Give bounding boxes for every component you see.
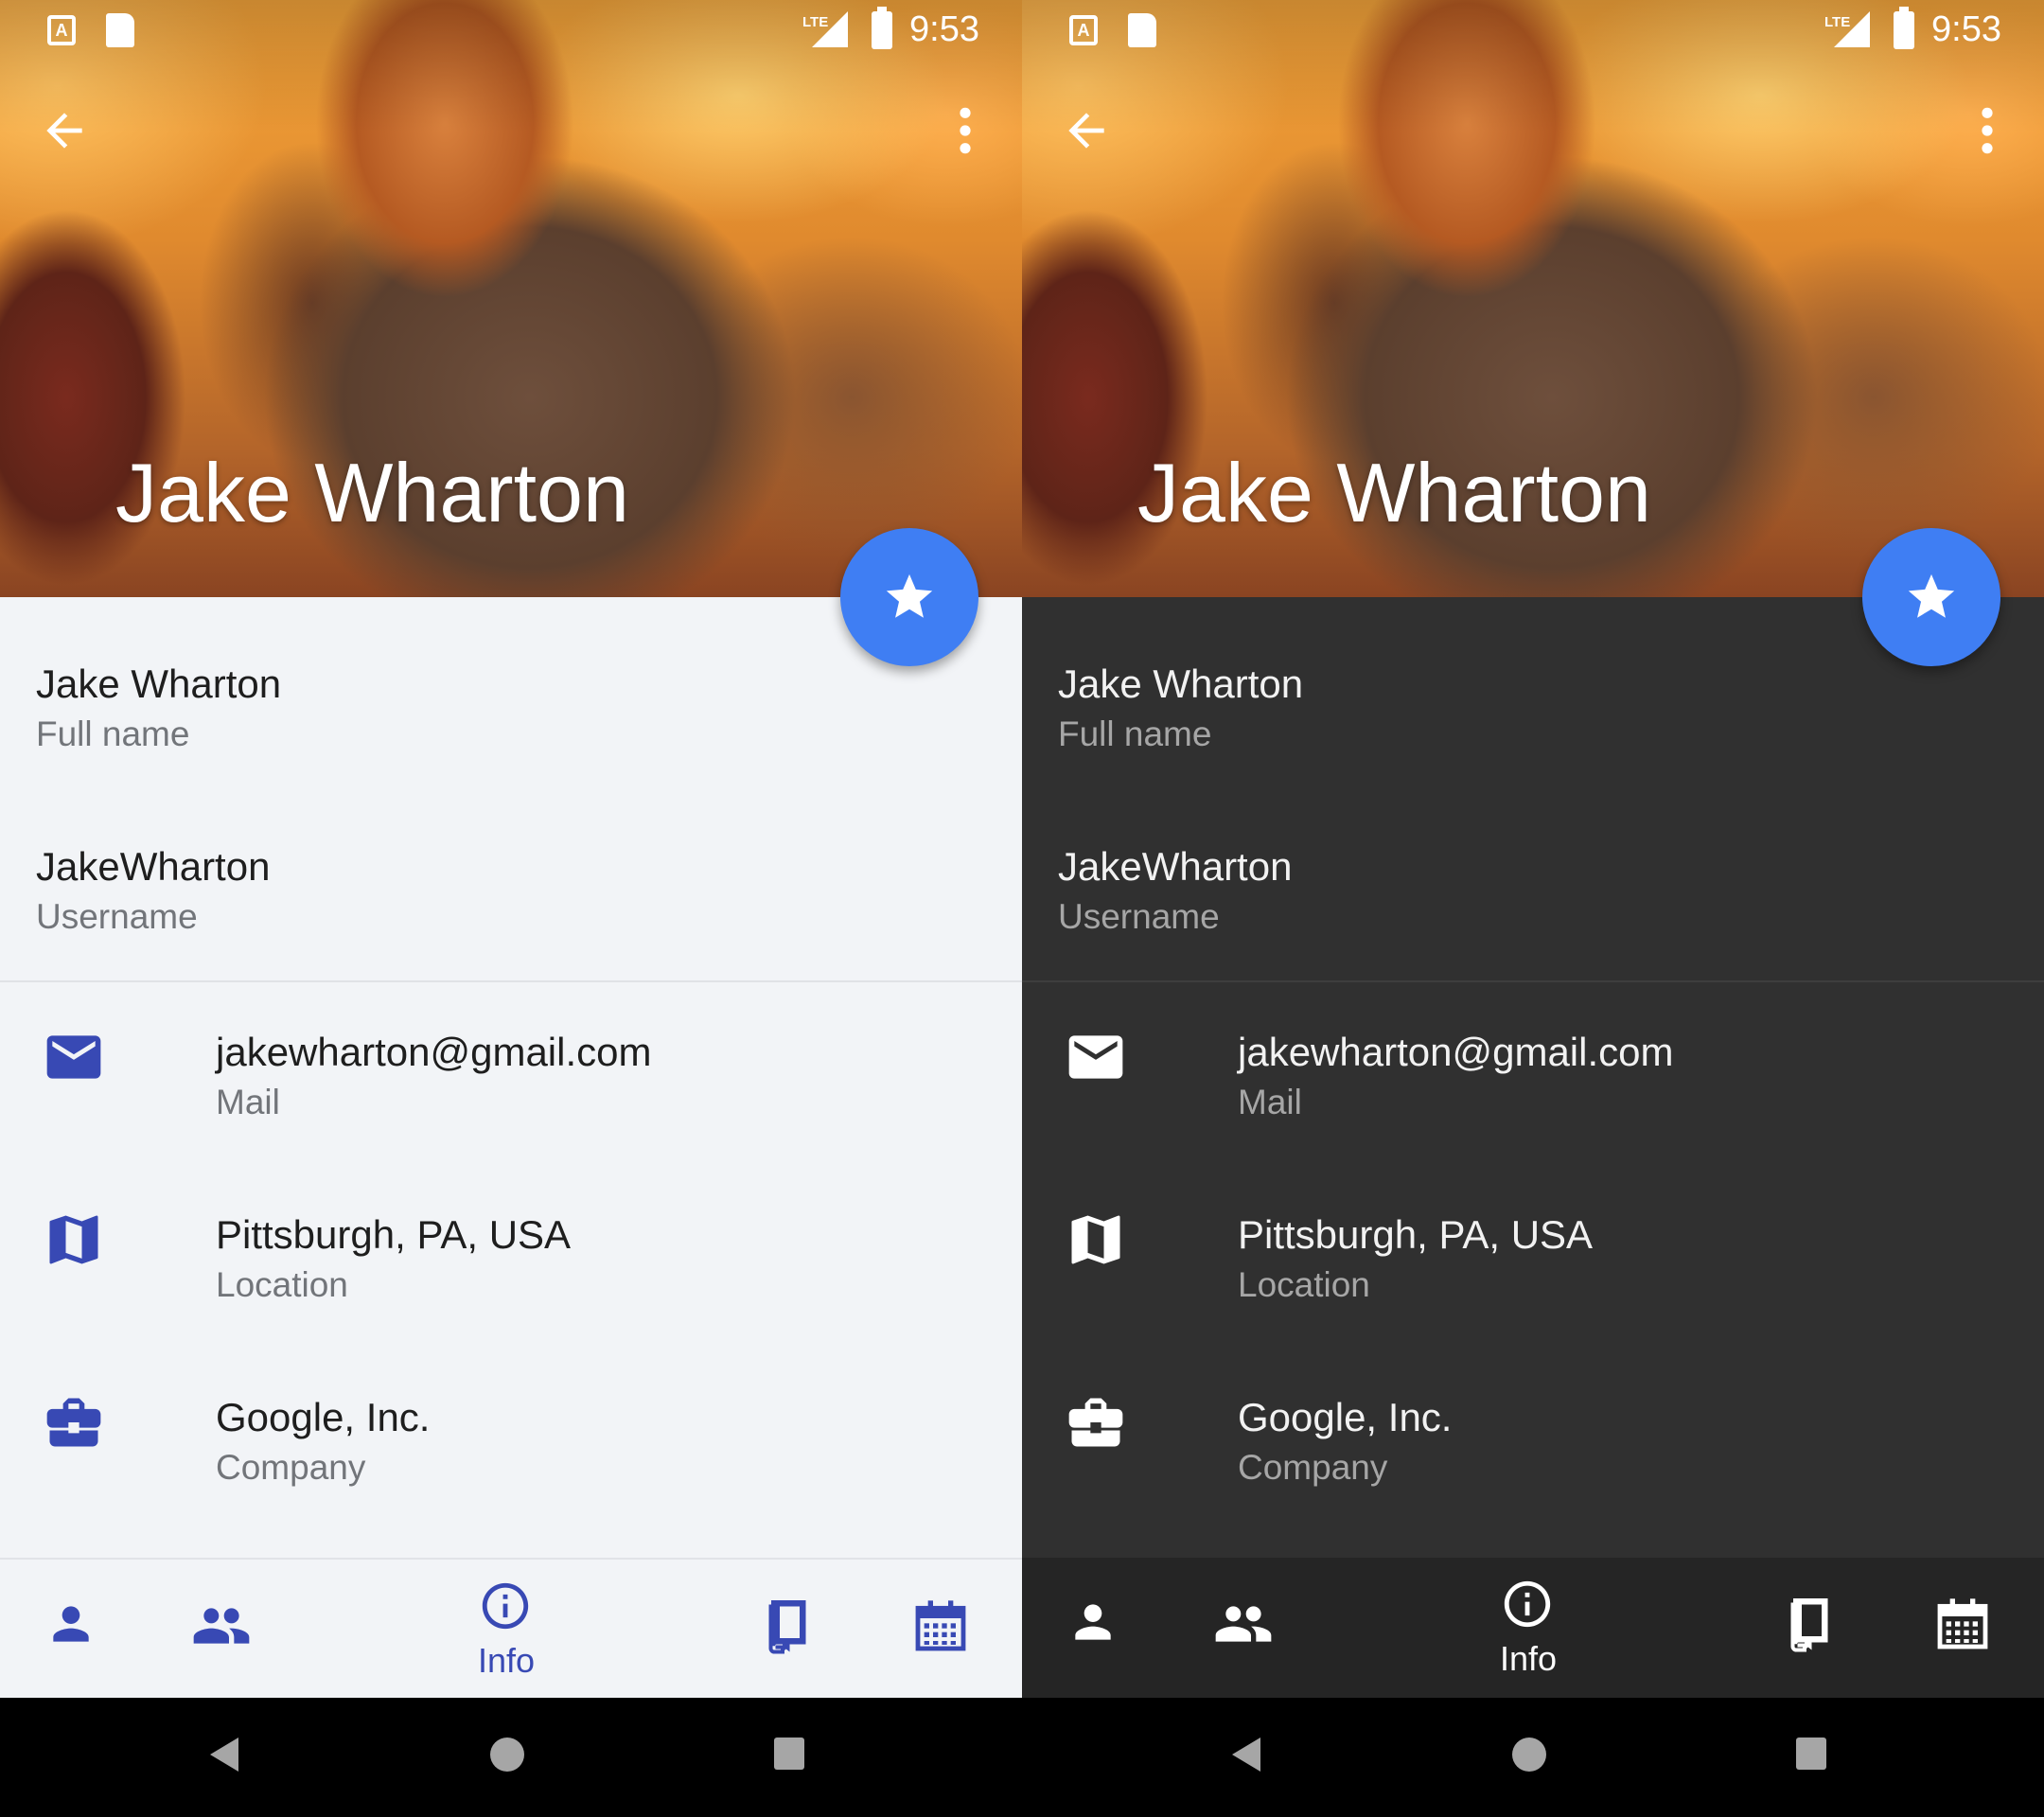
mail-label: Mail [216,1083,280,1121]
system-back-icon[interactable] [1232,1738,1260,1772]
username-label: Username [1058,897,1220,936]
company-value: Google, Inc. [216,1395,431,1439]
briefcase-icon [1068,1398,1123,1447]
company-value: Google, Inc. [1238,1395,1453,1439]
bottom-navigation: Info [1022,1558,2044,1698]
nav-info-label: Info [478,1641,536,1680]
people-icon [193,1608,250,1644]
favorite-star-button[interactable] [1862,528,2000,666]
mail-value: jakewharton@gmail.com [1238,1030,1674,1074]
calendar-icon [1937,1598,1988,1649]
username-label: Username [36,897,198,936]
nav-item-repositories[interactable] [738,1560,844,1700]
profile-header-photo: A LTE 9:53 Jake Wharton [1022,0,2044,597]
system-recents-icon[interactable] [1796,1738,1826,1770]
mail-value: jakewharton@gmail.com [216,1030,652,1074]
company-label: Company [1238,1448,1388,1487]
app-notification-icon: A [47,15,76,45]
mail-icon [46,1035,101,1079]
system-recents-icon[interactable] [774,1738,804,1770]
network-label: LTE [802,14,828,30]
profile-name-title: Jake Wharton [1137,446,1651,539]
full-name-label: Full name [1058,714,1212,753]
system-home-icon[interactable] [1512,1738,1546,1772]
system-back-icon[interactable] [210,1738,238,1772]
map-icon [1071,1215,1120,1264]
app-notification-icon: A [1069,15,1098,45]
profile-name-title: Jake Wharton [115,446,629,539]
username-value: JakeWharton [1058,844,1293,889]
username-value: JakeWharton [36,844,271,889]
status-bar: A LTE 9:53 [1022,0,2044,61]
system-navigation-bar [1022,1698,2044,1817]
clock: 9:53 [1931,9,2001,49]
clock: 9:53 [909,9,979,49]
nav-item-profile[interactable] [19,1560,125,1700]
map-icon [49,1215,98,1264]
light-theme-screen: A LTE 9:53 Jake Wharton Jake Wharton Ful… [0,0,1022,1817]
location-value: Pittsburgh, PA, USA [1238,1212,1594,1257]
nav-item-info[interactable]: Info [445,1560,568,1700]
mail-icon [1068,1035,1123,1079]
system-home-icon[interactable] [490,1738,524,1772]
lte-signal-icon: LTE [802,11,848,47]
star-icon [886,573,933,618]
location-label: Location [1238,1265,1370,1304]
network-label: LTE [1824,14,1850,30]
dark-theme-screen: A LTE 9:53 Jake Wharton Jake Wharton Ful… [1022,0,2044,1817]
info-icon [482,1582,529,1630]
person-icon [53,1606,89,1642]
people-icon [1215,1606,1272,1642]
mail-label: Mail [1238,1083,1302,1121]
section-divider [1022,980,2044,982]
battery-charging-icon [872,7,892,49]
nav-item-info[interactable]: Info [1467,1558,1590,1698]
full-name-value: Jake Wharton [36,662,282,706]
book-icon [1790,1598,1828,1652]
section-divider [0,980,1022,982]
person-icon [1075,1604,1111,1640]
full-name-label: Full name [36,714,190,753]
nav-item-profile[interactable] [1041,1558,1147,1698]
profile-header-photo: A LTE 9:53 Jake Wharton [0,0,1022,597]
star-icon [1908,573,1955,618]
battery-charging-icon [1894,7,1914,49]
nav-info-label: Info [1500,1639,1558,1678]
favorite-star-button[interactable] [840,528,978,666]
lte-signal-icon: LTE [1824,11,1870,47]
nav-item-repositories[interactable] [1760,1558,1866,1698]
book-icon [768,1600,806,1654]
sd-card-icon [1128,13,1156,47]
more-options-icon[interactable] [1968,104,2006,157]
info-icon [1504,1580,1551,1628]
full-name-value: Jake Wharton [1058,662,1304,706]
more-options-icon[interactable] [946,104,984,157]
back-arrow-icon[interactable] [1060,104,1113,157]
bottom-navigation: Info [0,1558,1022,1698]
nav-item-calendar[interactable] [1912,1558,2018,1698]
briefcase-icon [46,1398,101,1447]
sd-card-icon [106,13,134,47]
status-bar: A LTE 9:53 [0,0,1022,61]
nav-item-calendar[interactable] [890,1560,996,1700]
company-label: Company [216,1448,366,1487]
system-navigation-bar [0,1698,1022,1817]
nav-item-followers[interactable] [170,1560,276,1700]
back-arrow-icon[interactable] [38,104,91,157]
location-value: Pittsburgh, PA, USA [216,1212,572,1257]
location-label: Location [216,1265,348,1304]
calendar-icon [915,1600,966,1651]
nav-item-followers[interactable] [1192,1558,1298,1698]
